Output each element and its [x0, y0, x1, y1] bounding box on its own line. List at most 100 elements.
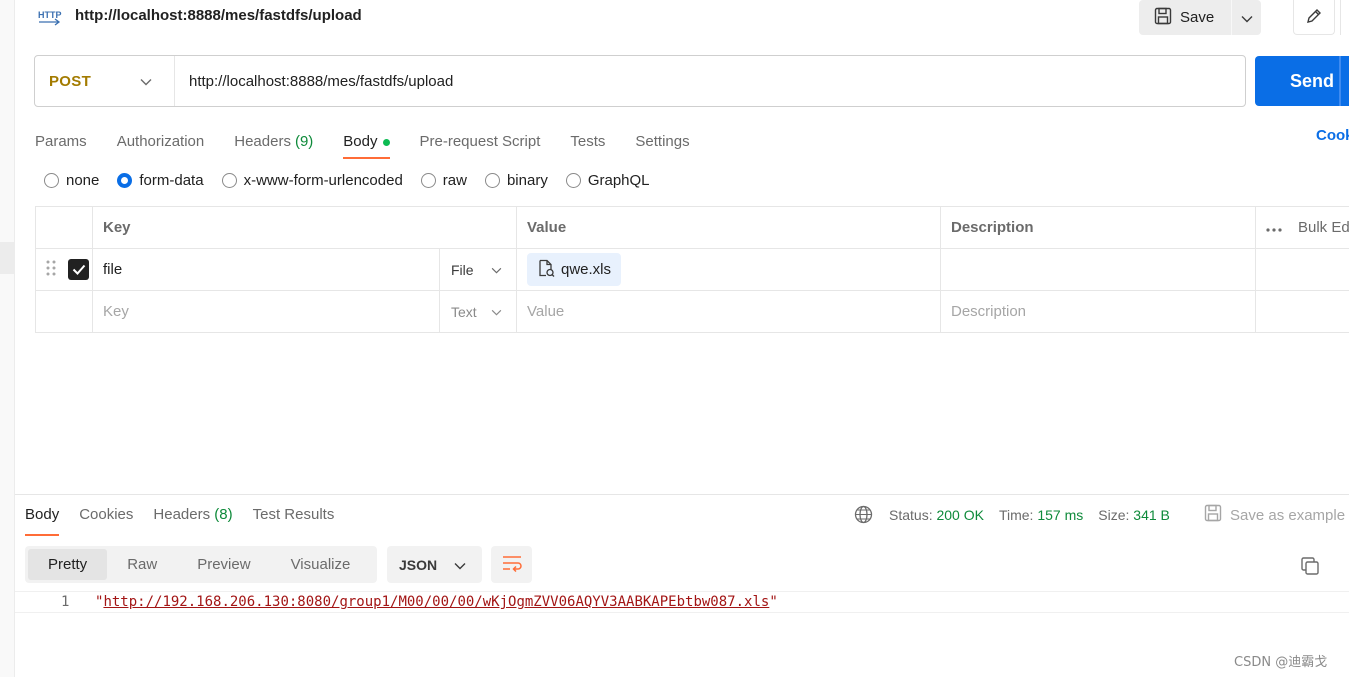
radio-circle — [565, 173, 581, 188]
key-cell[interactable]: file — [93, 249, 440, 290]
body-active-dot — [382, 138, 390, 146]
string-quote-open: " — [95, 594, 104, 610]
status-text[interactable]: Status: 200 OK — [889, 507, 984, 523]
response-code-line: 1 " http://192.168.206.130:8080/group1/M0… — [15, 591, 1349, 613]
radio-label: GraphQL — [587, 172, 650, 189]
response-url-string[interactable]: http://192.168.206.130:8080/group1/M00/0… — [103, 594, 769, 610]
size-label: Size: — [1098, 506, 1130, 523]
globe-icon[interactable] — [854, 505, 873, 524]
radio-raw[interactable]: raw — [420, 172, 467, 189]
chevron-down-icon — [491, 261, 502, 278]
tab-label: Params — [35, 132, 87, 150]
value-input-placeholder[interactable]: Value — [517, 291, 941, 332]
radio-label: raw — [442, 172, 467, 189]
save-as-example-button[interactable]: Save as example — [1204, 504, 1345, 526]
radio-binary[interactable]: binary — [484, 172, 548, 189]
file-chip[interactable]: qwe.xls — [527, 253, 622, 286]
tab-pre-request-script[interactable]: Pre-request Script — [420, 126, 541, 156]
view-tab-preview[interactable]: Preview — [177, 549, 270, 580]
save-button[interactable]: Save — [1139, 0, 1231, 35]
tab-params[interactable]: Params — [35, 126, 87, 156]
edit-button[interactable] — [1293, 0, 1335, 35]
response-tab-body[interactable]: Body — [25, 506, 60, 536]
url-input[interactable] — [175, 56, 1245, 106]
description-input-placeholder[interactable]: Description — [941, 291, 1256, 332]
save-options-dropdown[interactable] — [1231, 0, 1261, 35]
view-tab-visualize[interactable]: Visualize — [271, 549, 371, 580]
radio-x-www-form-urlencoded[interactable]: x-www-form-urlencoded — [221, 172, 403, 189]
response-tab-test-results[interactable]: Test Results — [253, 506, 335, 528]
sidebar-active-marker — [0, 242, 15, 274]
type-select[interactable]: Text — [440, 291, 517, 332]
tab-body[interactable]: Body — [343, 126, 390, 159]
tab-label: Settings — [635, 132, 690, 150]
comments-button[interactable] — [1340, 0, 1349, 35]
row-controls — [36, 249, 93, 290]
type-label: Text — [451, 303, 477, 320]
tab-settings[interactable]: Settings — [635, 126, 689, 156]
time-value: 157 ms — [1037, 506, 1084, 523]
radio-graphql[interactable]: GraphQL — [565, 172, 650, 189]
tab-label: Pre-request Script — [419, 132, 541, 150]
send-button[interactable]: Send — [1255, 56, 1349, 106]
status-value: 200 OK — [936, 506, 984, 523]
radio-circle — [420, 173, 436, 188]
radio-circle — [484, 173, 500, 188]
column-header-description: Description — [941, 207, 1256, 248]
format-select[interactable]: JSON — [387, 546, 482, 583]
chevron-down-icon — [491, 303, 502, 320]
response-divider[interactable] — [15, 494, 1349, 495]
type-label: File — [451, 261, 474, 278]
tab-label: Test Results — [252, 506, 335, 523]
response-tab-cookies[interactable]: Cookies — [79, 506, 133, 528]
body-type-radio-group: none form-data x-www-form-urlencoded raw… — [44, 172, 650, 189]
bulk-edit-link[interactable]: Bulk Edit — [1298, 219, 1349, 236]
description-cell[interactable] — [941, 249, 1256, 290]
save-label: Save — [1180, 9, 1215, 26]
url-bar: POST — [34, 55, 1246, 107]
tab-headers[interactable]: Headers (9) — [234, 126, 313, 156]
save-as-example-label: Save as example — [1230, 506, 1346, 524]
more-options-icon[interactable] — [1266, 219, 1282, 236]
left-sidebar-strip — [0, 0, 15, 677]
cookies-link[interactable]: Cookies — [1316, 127, 1349, 144]
time-text[interactable]: Time: 157 ms — [999, 507, 1083, 523]
view-tab-raw[interactable]: Raw — [107, 549, 177, 580]
drag-handle-icon[interactable] — [46, 259, 56, 281]
response-tab-headers[interactable]: Headers (8) — [153, 506, 232, 528]
key-input-placeholder[interactable]: Key — [93, 291, 440, 332]
wrap-lines-button[interactable] — [491, 546, 532, 583]
view-tab-pretty[interactable]: Pretty — [28, 549, 108, 580]
form-data-table: Key Value Description Bulk Edit file Fil… — [35, 206, 1349, 333]
tab-label: Body — [343, 132, 378, 150]
size-value: 341 B — [1133, 506, 1170, 523]
tab-tests[interactable]: Tests — [570, 126, 605, 156]
tab-authorization[interactable]: Authorization — [117, 126, 205, 156]
copy-icon[interactable] — [1299, 555, 1321, 577]
save-icon — [1204, 504, 1222, 526]
tab-label: Body — [25, 506, 60, 523]
header-spacer — [36, 207, 93, 248]
method-select[interactable]: POST — [35, 56, 175, 106]
row-enabled-checkbox[interactable] — [68, 259, 89, 280]
request-title[interactable]: http://localhost:8888/mes/fastdfs/upload — [75, 7, 362, 24]
radio-label: binary — [506, 172, 548, 189]
size-text[interactable]: Size: 341 B — [1098, 507, 1170, 523]
tab-label: Tests — [570, 132, 606, 150]
radio-none[interactable]: none — [44, 172, 99, 189]
response-tabs: Body Cookies Headers (8) Test Results — [25, 506, 335, 536]
radio-label: none — [66, 172, 100, 189]
tab-label: Authorization — [116, 132, 205, 150]
radio-form-data[interactable]: form-data — [117, 172, 204, 189]
row-actions-cell — [1256, 291, 1349, 332]
http-request-icon: HTTP — [36, 4, 63, 28]
headers-count: (8) — [214, 506, 233, 523]
string-quote-close: " — [769, 594, 778, 610]
file-name: qwe.xls — [561, 261, 612, 278]
response-status-bar: Status: 200 OK Time: 157 ms Size: 341 B — [854, 505, 1185, 524]
value-cell: qwe.xls — [517, 249, 941, 290]
radio-circle — [221, 173, 237, 188]
method-label: POST — [49, 72, 92, 90]
type-select[interactable]: File — [440, 249, 517, 290]
watermark: CSDN @迪霸戈 — [1234, 655, 1328, 670]
